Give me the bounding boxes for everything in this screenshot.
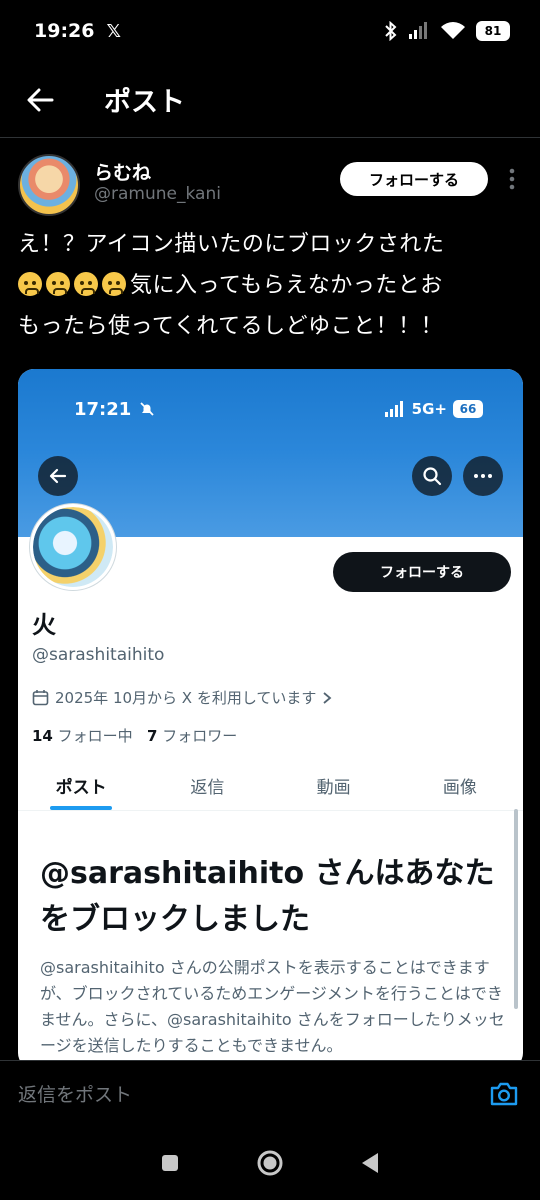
back-triangle-icon[interactable] (350, 1143, 390, 1183)
battery-icon: 81 (476, 21, 510, 41)
status-bar: 19:26 𝕏 81 (0, 0, 540, 62)
camera-icon[interactable] (488, 1078, 520, 1110)
crying-cat-emoji-icon (74, 272, 98, 296)
crying-cat-emoji-icon (18, 272, 42, 296)
embedded-network: 5G+ (411, 400, 447, 418)
embedded-search-icon (412, 456, 452, 496)
embedded-profile-tabs: ポスト 返信 動画 画像 (18, 761, 523, 811)
top-header: ポスト (0, 62, 540, 138)
calendar-icon (32, 689, 49, 706)
page-title: ポスト (104, 87, 185, 118)
mute-bell-icon (139, 401, 155, 417)
embedded-profile-name: 火 (32, 611, 56, 639)
author-avatar[interactable] (18, 154, 80, 216)
embedded-tab-posts: ポスト (18, 761, 144, 810)
embedded-tab-videos: 動画 (316, 778, 351, 798)
embedded-joined-text: 2025年 10月から X を利用しています (55, 689, 317, 707)
author-name[interactable]: らむね (94, 158, 151, 185)
follow-button[interactable]: フォローする (340, 162, 488, 196)
post-text: え！？アイコン描いたのにブロックされた 気に入ってもらえなかったとお もったら使… (18, 224, 523, 347)
blocked-notice-title: @sarashitaihito さんはあなたをブロックしました (40, 856, 495, 937)
embedded-follow-counts: 14 フォロー中 7 フォロワー (32, 725, 237, 746)
embedded-battery-icon: 66 (453, 400, 483, 418)
attached-image[interactable]: 17:21 5G+ 66 フォローする 火 @sarashitaihito 20… (18, 369, 523, 1069)
x-logo-icon: 𝕏 (106, 20, 121, 42)
embedded-signal-icon (384, 401, 406, 417)
following-label: フォロー中 (57, 727, 133, 745)
back-arrow-icon[interactable] (0, 62, 80, 138)
post-text-line2-rest: 気に入ってもらえなかったとお (130, 273, 443, 298)
followers-label: フォロワー (162, 727, 238, 745)
embedded-follow-button: フォローする (333, 552, 511, 592)
reply-input[interactable]: 返信をポスト (18, 1080, 132, 1107)
post-text-line2: 気に入ってもらえなかったとお (18, 265, 523, 306)
home-circle-icon[interactable] (250, 1143, 290, 1183)
signal-icon (408, 22, 430, 40)
reply-bar: 返信をポスト (0, 1060, 540, 1126)
wifi-icon (440, 21, 466, 41)
status-time: 19:26 (34, 20, 95, 42)
embedded-status-icons: 5G+ 66 (384, 400, 483, 418)
embedded-status-bar: 17:21 5G+ 66 (18, 369, 523, 449)
crying-cat-emoji-icon (46, 272, 70, 296)
more-options-icon[interactable] (500, 162, 524, 196)
embedded-profile-avatar (30, 504, 116, 590)
chevron-right-icon (322, 691, 332, 705)
post-text-line1: え！？アイコン描いたのにブロックされた (18, 232, 445, 257)
bluetooth-icon (384, 21, 398, 41)
embedded-status-time: 17:21 (74, 398, 132, 420)
crying-cat-emoji-icon (102, 272, 126, 296)
embedded-profile-handle: @sarashitaihito (32, 645, 165, 665)
embedded-scrollbar (514, 809, 518, 1009)
embedded-back-icon (38, 456, 78, 496)
embedded-tab-replies: 返信 (190, 778, 225, 798)
embedded-more-icon (463, 456, 503, 496)
post-text-line3: もったら使ってくれてるしどゆこと！！！ (18, 314, 444, 339)
embedded-tab-images: 画像 (442, 778, 477, 798)
recents-square-icon[interactable] (150, 1143, 190, 1183)
followers-count: 7 (146, 727, 158, 745)
embedded-joined-date: 2025年 10月から X を利用しています (32, 687, 332, 708)
status-icons: 81 (384, 21, 510, 41)
system-nav-bar (0, 1126, 540, 1200)
blocked-notice-body: @sarashitaihito さんの公開ポストを表示することはできますが、ブロ… (40, 958, 505, 1055)
author-handle[interactable]: @ramune_kani (94, 184, 221, 204)
following-count: 14 (32, 727, 53, 745)
post-author: らむね @ramune_kani フォローする (0, 150, 540, 220)
